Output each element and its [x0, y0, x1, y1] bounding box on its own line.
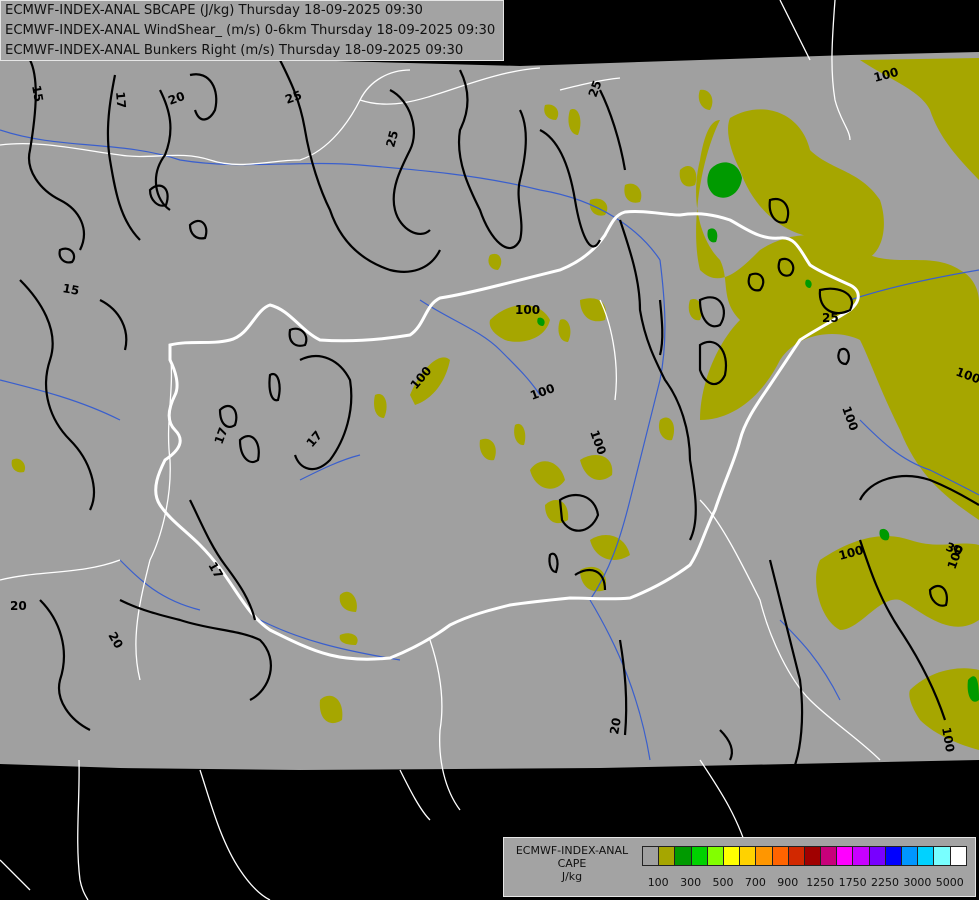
- legend-swatch: [771, 846, 789, 866]
- legend-swatch: [739, 846, 757, 866]
- contour-label: 20: [607, 717, 624, 736]
- legend-swatch: [852, 846, 870, 866]
- legend-swatch: [658, 846, 676, 866]
- legend-tick-label: 3000: [903, 876, 932, 889]
- legend-title: ECMWF-INDEX-ANAL CAPE J/kg: [504, 844, 640, 883]
- contour-label: 20: [10, 599, 27, 613]
- legend-swatch: [755, 846, 773, 866]
- legend-color-bar: [642, 846, 967, 866]
- cape-legend: ECMWF-INDEX-ANAL CAPE J/kg 100 300 500 700 9…: [503, 837, 976, 897]
- legend-swatch: [820, 846, 838, 866]
- legend-title-line: ECMWF-INDEX-ANAL: [515, 844, 629, 857]
- legend-swatch: [901, 846, 919, 866]
- legend-swatch: [917, 846, 935, 866]
- contour-label: 15: [29, 84, 46, 103]
- legend-swatch: [642, 846, 660, 866]
- contour-label: 15: [61, 281, 80, 298]
- legend-tick-label: 100: [647, 876, 669, 889]
- contour-label: 100: [515, 303, 540, 317]
- legend-swatch: [884, 846, 902, 866]
- legend-tick-label: 900: [777, 876, 799, 889]
- legend-swatch: [706, 846, 724, 866]
- legend-swatch: [933, 846, 951, 866]
- legend-title-line: CAPE: [557, 857, 587, 870]
- legend-tick-label: 300: [680, 876, 702, 889]
- legend-tick-label: 5000: [935, 876, 964, 889]
- legend-tick-label: 700: [744, 876, 766, 889]
- legend-title-line: J/kg: [561, 870, 583, 883]
- legend-swatch: [868, 846, 886, 866]
- legend-swatch: [787, 846, 805, 866]
- legend-swatch: [949, 846, 967, 866]
- legend-tick-label: 1750: [838, 876, 867, 889]
- title-windshear: ECMWF-INDEX-ANAL WindShear_ (m/s) 0-6km …: [5, 23, 496, 38]
- map-canvas: 15 17 20 25 15 17 17 20 20 17 20 25 25 2…: [0, 0, 979, 900]
- legend-swatch: [836, 846, 854, 866]
- legend-swatch: [722, 846, 741, 866]
- legend-tick-label: 500: [712, 876, 734, 889]
- contour-label: 17: [113, 91, 128, 109]
- contour-label: 25: [822, 311, 839, 325]
- legend-tick-label: 1250: [806, 876, 835, 889]
- legend-swatch: [803, 846, 822, 866]
- legend-swatch: [690, 846, 708, 866]
- legend-swatch: [674, 846, 692, 866]
- legend-tick-label: 2250: [871, 876, 899, 889]
- title-bunkers-right: ECMWF-INDEX-ANAL Bunkers Right (m/s) Thu…: [5, 43, 464, 58]
- title-panel: ECMWF-INDEX-ANAL SBCAPE (J/kg) Thursday …: [0, 0, 504, 61]
- title-sbcape: ECMWF-INDEX-ANAL SBCAPE (J/kg) Thursday …: [5, 3, 423, 18]
